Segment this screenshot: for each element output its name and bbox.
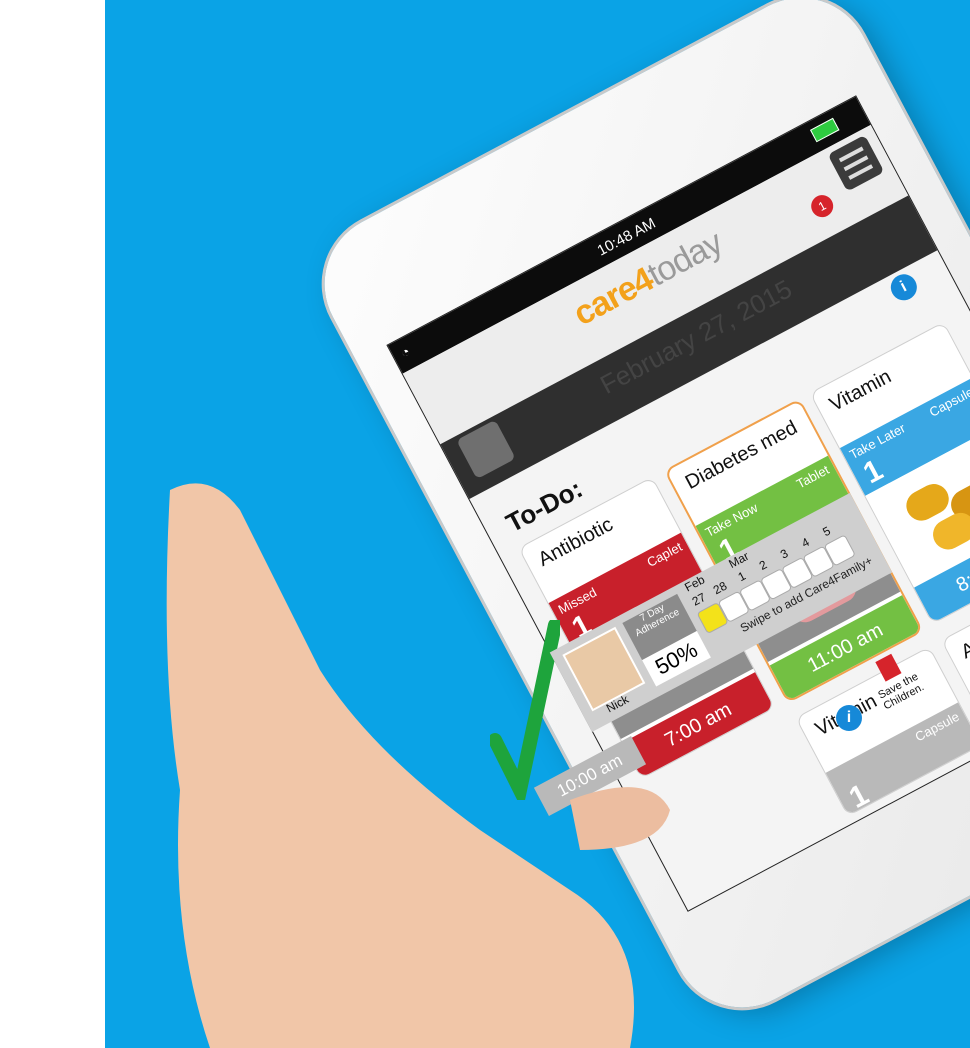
front-hand	[166, 483, 670, 1048]
med-status: Take Later	[847, 420, 908, 463]
day-label: 5	[820, 523, 833, 540]
menu-button[interactable]	[827, 134, 885, 192]
med-status: Take Now	[702, 499, 761, 540]
wifi-icon: ◔	[397, 342, 413, 362]
med-form: Tablet	[793, 461, 832, 492]
day-label: 1	[735, 568, 749, 585]
battery-icon	[809, 117, 840, 143]
notification-badge[interactable]: 1	[807, 191, 838, 222]
med-form: Capsule	[912, 708, 962, 745]
day-label: 3	[777, 546, 791, 562]
med-qty: 1	[843, 777, 875, 815]
day-label: 27	[689, 589, 709, 609]
day-label: 4	[799, 534, 812, 551]
info-icon[interactable]: i	[836, 705, 862, 731]
med-form: Capsule	[926, 384, 970, 420]
info-icon[interactable]: i	[886, 269, 922, 305]
day-label: 2	[756, 557, 770, 573]
day-label: 28	[710, 578, 730, 598]
